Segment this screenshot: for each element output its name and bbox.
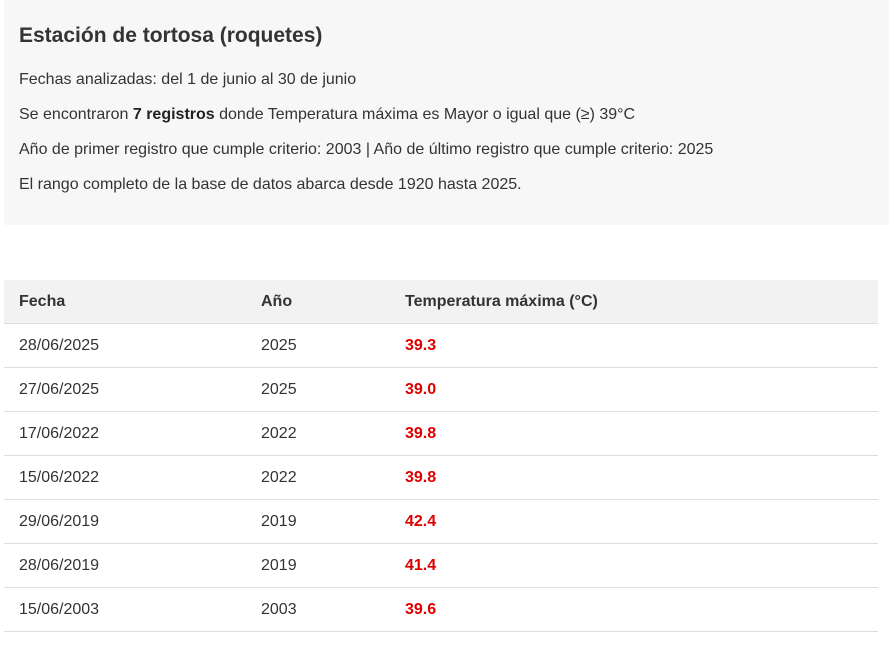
column-header-temperatura: Temperatura máxima (°C) [390, 280, 878, 324]
column-header-fecha: Fecha [4, 280, 246, 324]
cell-anio: 2025 [246, 367, 390, 412]
header-row: Fecha Año Temperatura máxima (°C) [4, 280, 878, 324]
database-range-text: El rango completo de la base de datos ab… [19, 176, 522, 193]
records-table: Fecha Año Temperatura máxima (°C) 28/06/… [4, 280, 878, 632]
table-row: 27/06/2025 2025 39.0 [4, 367, 878, 412]
table-row: 15/06/2022 2022 39.8 [4, 455, 878, 500]
cell-temperatura: 39.8 [390, 455, 878, 500]
cell-temperatura: 42.4 [390, 499, 878, 544]
table-header: Fecha Año Temperatura máxima (°C) [4, 280, 878, 324]
records-found-suffix: donde Temperatura máxima es Mayor o igua… [214, 106, 636, 123]
summary-panel: Estación de tortosa (roquetes) Fechas an… [4, 0, 889, 225]
records-count: 7 registros [132, 106, 215, 123]
cell-fecha: 27/06/2025 [4, 367, 246, 412]
cell-temperatura: 39.6 [390, 587, 878, 632]
records-found-prefix: Se encontraron [19, 106, 133, 123]
cell-temperatura: 39.8 [390, 411, 878, 456]
cell-anio: 2003 [246, 587, 390, 632]
table-body: 28/06/2025 2025 39.3 27/06/2025 2025 39.… [4, 323, 878, 632]
cell-anio: 2025 [246, 323, 390, 368]
cell-fecha: 28/06/2025 [4, 323, 246, 368]
cell-fecha: 17/06/2022 [4, 411, 246, 456]
table-row: 29/06/2019 2019 42.4 [4, 499, 878, 544]
cell-fecha: 28/06/2019 [4, 543, 246, 588]
table-row: 28/06/2025 2025 39.3 [4, 323, 878, 368]
table-row: 28/06/2019 2019 41.4 [4, 543, 878, 588]
cell-anio: 2019 [246, 543, 390, 588]
cell-fecha: 15/06/2003 [4, 587, 246, 632]
records-found-text: Se encontraron 7 registros donde Tempera… [19, 104, 889, 126]
cell-anio: 2022 [246, 411, 390, 456]
table-row: 15/06/2003 2003 39.6 [4, 587, 878, 632]
column-header-anio: Año [246, 280, 390, 324]
cell-anio: 2019 [246, 499, 390, 544]
dates-analyzed-text: Fechas analizadas: del 1 de junio al 30 … [19, 71, 357, 88]
cell-temperatura: 39.0 [390, 367, 878, 412]
cell-temperatura: 39.3 [390, 323, 878, 368]
years-criteria-text: Año de primer registro que cumple criter… [19, 141, 714, 158]
cell-temperatura: 41.4 [390, 543, 878, 588]
station-title: Estación de tortosa (roquetes) [19, 24, 323, 47]
cell-fecha: 15/06/2022 [4, 455, 246, 500]
cell-anio: 2022 [246, 455, 390, 500]
table-row: 17/06/2022 2022 39.8 [4, 411, 878, 456]
cell-fecha: 29/06/2019 [4, 499, 246, 544]
